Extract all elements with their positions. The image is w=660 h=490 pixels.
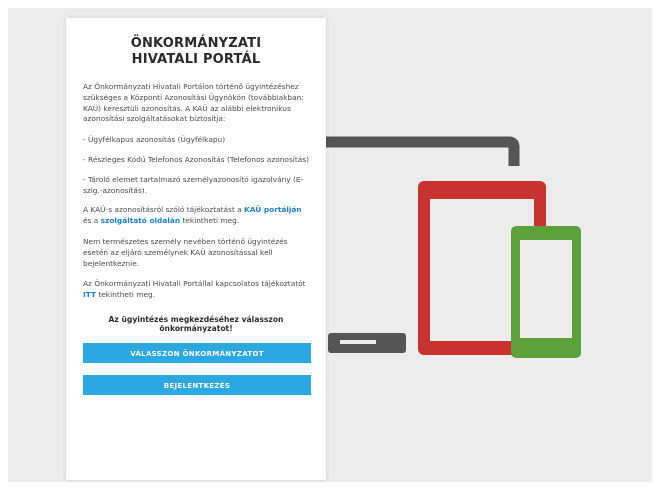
login-card: ÖNKORMÁNYZATI HIVATALI PORTÁL Az Önkormá… — [66, 18, 326, 480]
login-button[interactable]: BEJELENTKEZÉS — [83, 374, 311, 395]
choose-municipality-prompt: Az ügyintézés megkezdéséhez válasszon ön… — [108, 314, 284, 333]
service-item-eszig: - Tároló elemet tartalmazó személyazonos… — [83, 174, 304, 195]
page-title: ÖNKORMÁNYZATI HIVATALI PORTÁL — [83, 36, 309, 68]
kau-portal-link[interactable]: KAÜ portálján — [244, 205, 302, 214]
service-item-ugyfelkapu: - Ügyfélkapus azonosítás (Ügyfélkapu) — [83, 135, 226, 145]
portal-info-link[interactable]: ITT — [83, 290, 96, 299]
service-provider-link[interactable]: szolgáltató oldalán — [101, 216, 181, 225]
service-item-telefonos: - Részleges Kódú Telefonos Azonosítás (T… — [83, 154, 310, 164]
phone-icon — [511, 226, 581, 358]
title-line-2: HIVATALI PORTÁL — [131, 52, 261, 67]
choose-municipality-button[interactable]: VÁLASSZON ÖNKORMÁNYZATOT — [83, 342, 311, 363]
non-natural-person-text: Nem természetes személy nevében történő … — [83, 236, 288, 268]
portal-info-text: Az Önkormányzati Hivatali Portállal kapc… — [83, 279, 306, 300]
title-line-1: ÖNKORMÁNYZATI — [130, 36, 262, 51]
kau-info-text: A KAÜ-s azonosításról szóló tájékoztatás… — [83, 205, 302, 226]
intro-text: Az Önkormányzati Hivatali Portálon törté… — [83, 82, 304, 124]
